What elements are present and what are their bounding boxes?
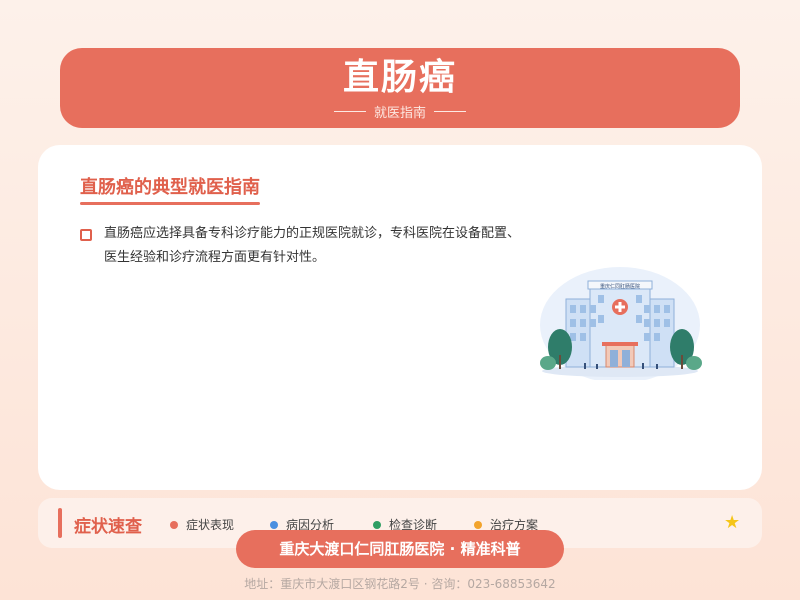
- content-card: 直肠癌的典型就医指南 直肠癌应选择具备专科诊疗能力的正规医院就诊，专科医院在设备…: [38, 145, 762, 490]
- list-item: 直肠癌应选择具备专科诊疗能力的正规医院就诊，专科医院在设备配置、医生经验和诊疗流…: [80, 226, 520, 270]
- dot-icon: [270, 520, 278, 529]
- dot-icon: [373, 520, 381, 529]
- header-banner: 直肠癌 就医指南: [60, 48, 740, 128]
- hospital-sign: 重庆仁同肛肠医院: [600, 283, 640, 290]
- dot-icon: [170, 520, 178, 529]
- checkbox-icon: [80, 229, 92, 241]
- divider-left: [333, 111, 366, 112]
- tag-label: 症状表现: [186, 518, 235, 532]
- hospital-name-pill: 重庆大渡口仁同肛肠医院 · 精准科普: [236, 530, 564, 568]
- star-icon: ★: [724, 512, 741, 533]
- hospital-illustration-icon: 重庆仁同肛肠医院: [540, 267, 702, 380]
- bar-accent: [58, 508, 62, 538]
- tag-symptoms[interactable]: 症状表现: [170, 516, 234, 533]
- dot-icon: [474, 520, 482, 529]
- section-heading: 直肠癌的典型就医指南: [80, 177, 260, 198]
- page-subtitle: 就医指南: [60, 102, 740, 121]
- footer-address: 地址：重庆市大渡口区钢花路2号 · 咨询：023-68853642: [244, 577, 556, 591]
- list-item-text: 直肠癌应选择具备专科诊疗能力的正规医院就诊，专科医院在设备配置、医生经验和诊疗流…: [104, 226, 521, 265]
- heading-underline: [80, 202, 260, 205]
- page-title: 直肠癌: [342, 57, 457, 98]
- bar-label: 症状速查: [74, 517, 142, 537]
- divider-right: [434, 111, 466, 112]
- subtitle-text: 就医指南: [373, 106, 426, 121]
